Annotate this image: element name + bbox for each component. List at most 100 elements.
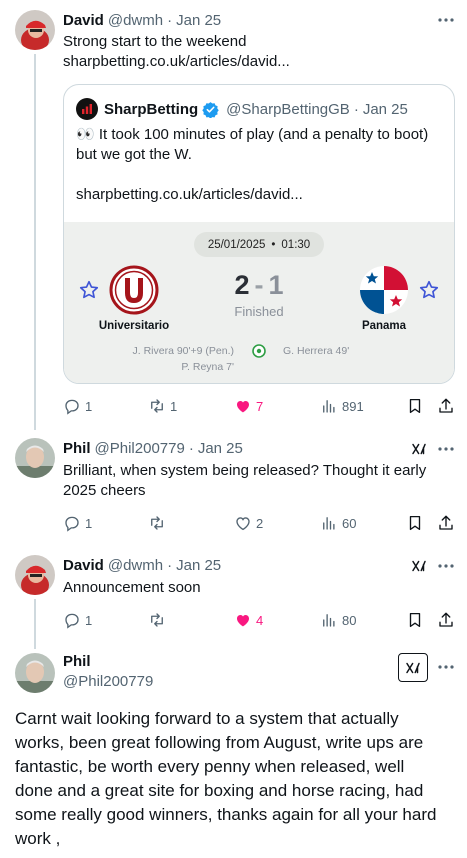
like-button[interactable]: 7 (234, 397, 263, 415)
reply-icon (65, 516, 79, 532)
views-button[interactable]: 60 (320, 514, 356, 532)
like-button[interactable]: 2 (234, 514, 263, 532)
avatar[interactable] (15, 10, 55, 50)
quote-link[interactable]: sharpbetting.co.uk/articles/david... (76, 184, 303, 206)
bookmark-icon[interactable] (406, 514, 424, 532)
bookmark-icon[interactable] (406, 611, 424, 629)
panama-flag-icon (360, 266, 408, 314)
more-options-icon[interactable] (436, 10, 456, 30)
grok-icon[interactable] (410, 440, 428, 458)
avatar[interactable] (15, 653, 55, 693)
share-icon[interactable] (437, 397, 455, 415)
post-date[interactable]: Jan 25 (176, 12, 221, 29)
repost-button[interactable] (148, 514, 170, 532)
more-options-icon[interactable] (436, 657, 456, 677)
view-count: 891 (342, 398, 364, 414)
favorite-star-icon (79, 280, 99, 299)
more-options-icon[interactable] (436, 439, 456, 459)
match-datetime-pill: 25/01/2025 • 01:30 (194, 232, 324, 257)
more-options-icon[interactable] (436, 556, 456, 576)
repost-button[interactable]: 1 (148, 397, 177, 415)
heart-filled-icon (237, 614, 249, 627)
home-scorer: J. Rivera 90'+9 (Pen.) (132, 345, 234, 357)
like-count: 4 (256, 612, 264, 628)
reply-icon (65, 399, 79, 415)
repost-count: 1 (170, 398, 178, 414)
views-icon (323, 614, 335, 627)
avatar-phil-image (15, 653, 55, 693)
like-button[interactable]: 4 (234, 611, 263, 629)
reply-button[interactable]: 1 (63, 514, 92, 532)
repost-icon (151, 399, 163, 413)
author-name[interactable]: David (63, 557, 104, 574)
author-handle[interactable]: @dwmh (108, 12, 163, 29)
reply-button[interactable]: 1 (63, 397, 92, 415)
author-handle[interactable]: @dwmh (108, 557, 163, 574)
match-score-image[interactable]: 25/01/2025 • 01:30 Universitario 2-1 Fin… (64, 222, 454, 383)
reply-count: 1 (85, 515, 93, 531)
view-count: 80 (342, 612, 357, 628)
post-text-line: 2025 cheers (63, 482, 146, 499)
away-scorer: G. Herrera 49' (283, 345, 350, 357)
focus-text-line: fantastic, be worth every penny when rel… (15, 757, 405, 776)
reply-count: 1 (85, 612, 93, 628)
focus-author-handle[interactable]: @Phil200779 (63, 673, 153, 690)
post-text-line: Brilliant, when system being released? T… (63, 462, 427, 479)
grok-icon (406, 662, 420, 673)
focus-text-line: done and a great site for boxing and hor… (15, 781, 424, 800)
post-link[interactable]: sharpbetting.co.uk/articles/david... (63, 51, 290, 73)
quote-author-handle[interactable]: @SharpBettingGB (226, 101, 350, 118)
home-scorer: P. Reyna 7' (181, 361, 234, 373)
focus-text-line: work , (15, 829, 61, 848)
author-handle[interactable]: @Phil200779 (95, 440, 185, 457)
author-name[interactable]: Phil (63, 440, 91, 457)
away-score: 1 (268, 270, 284, 300)
like-count: 2 (256, 515, 264, 531)
avatar-phil-image (15, 438, 55, 478)
views-icon (323, 400, 335, 413)
thread-line (34, 599, 36, 649)
share-icon[interactable] (437, 514, 455, 532)
verified-badge-icon (202, 101, 219, 118)
like-count: 7 (256, 398, 264, 414)
heart-outline-icon (236, 517, 250, 531)
favorite-star-icon (419, 280, 439, 299)
heart-filled-icon (237, 400, 249, 413)
away-team-name: Panama (361, 320, 407, 332)
reply-icon (65, 613, 79, 629)
author-name[interactable]: David (63, 12, 104, 29)
share-icon[interactable] (437, 611, 455, 629)
post-text: Strong start to the weekend (63, 33, 247, 50)
score-dash: - (254, 270, 264, 300)
quote-author-name[interactable]: SharpBetting (104, 101, 198, 118)
quoted-post-card[interactable]: SharpBetting @SharpBettingGB · Jan 25 👀 … (63, 84, 455, 384)
reply-count: 1 (85, 398, 93, 414)
grok-button[interactable] (398, 653, 428, 682)
post-date[interactable]: Jan 25 (176, 557, 221, 574)
football-icon (252, 344, 266, 358)
grok-icon[interactable] (410, 557, 428, 575)
post-text: Announcement soon (63, 579, 201, 596)
bullet: • (271, 238, 276, 251)
quote-date[interactable]: Jan 25 (363, 101, 408, 118)
quote-text-line: but we got the W. (76, 146, 192, 163)
avatar-david-image (15, 555, 55, 595)
post-date[interactable]: Jan 25 (198, 440, 243, 457)
avatar[interactable] (15, 555, 55, 595)
match-status: Finished (234, 304, 284, 319)
views-button[interactable]: 80 (320, 611, 356, 629)
bookmark-icon[interactable] (406, 397, 424, 415)
repost-icon (151, 613, 163, 627)
dot-separator: · (188, 439, 194, 457)
reply-button[interactable]: 1 (63, 611, 92, 629)
repost-button[interactable] (148, 611, 170, 629)
focus-author-name[interactable]: Phil (63, 653, 91, 670)
avatar[interactable] (15, 438, 55, 478)
universitario-crest-icon (109, 265, 159, 315)
view-count: 60 (342, 515, 357, 531)
match-time: 01:30 (281, 238, 311, 251)
sharpbetting-logo-icon (76, 98, 98, 120)
scoreline: 2-1 (209, 270, 309, 301)
views-button[interactable]: 891 (320, 397, 364, 415)
dot-separator: · (167, 556, 173, 574)
